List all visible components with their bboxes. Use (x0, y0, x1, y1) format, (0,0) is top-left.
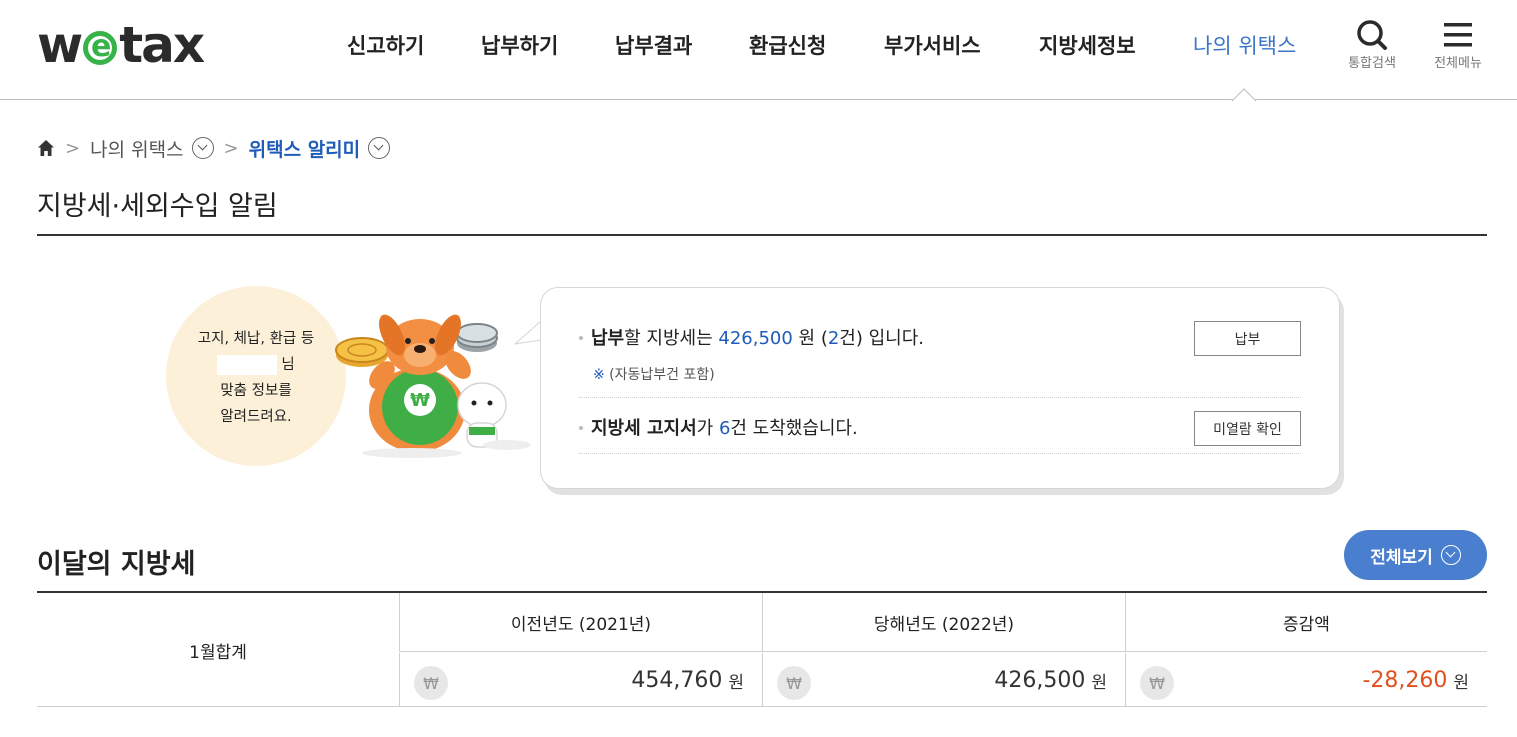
greeting-line: 알려드려요. (220, 409, 292, 425)
note-mark: ※ (593, 367, 605, 383)
payable-label: 납부 (591, 328, 625, 349)
active-nav-caret (1231, 84, 1257, 101)
bill-arrival-text: 지방세 고지서가 6건 도착했습니다. (591, 414, 858, 440)
difference-amount: -28,260 (1362, 667, 1448, 693)
card-tail (513, 319, 542, 345)
page-title: 지방세·세외수입 알림 (37, 191, 278, 222)
current-year-amount: 426,500 (994, 667, 1086, 693)
chevron-down-icon[interactable] (368, 137, 391, 159)
won-icon: ₩ (414, 666, 448, 700)
column-header: 증감액 (1125, 593, 1487, 652)
search-icon (1337, 18, 1407, 52)
current-year-cell: ₩ 426,500 원 (762, 653, 1125, 707)
greeting-line: 고지, 체납, 환급 등 (197, 331, 315, 347)
chevron-down-icon (1440, 545, 1461, 565)
search-label: 통합검색 (1348, 56, 1396, 71)
unread-check-button[interactable]: 미열람 확인 (1194, 411, 1301, 446)
menu-tool[interactable]: 전체메뉴 (1423, 18, 1493, 71)
won-icon: ₩ (1140, 666, 1174, 700)
hamburger-icon (1423, 18, 1493, 52)
payable-text: 할 지방세는 (624, 328, 719, 349)
nav-item-my-wetax[interactable]: 나의 위택스 (1193, 30, 1296, 60)
site-header: w e tax 신고하기 납부하기 납부결과 환급신청 부가서비스 지방세정보 나의… (0, 0, 1517, 100)
unit-label: 원 (1091, 672, 1107, 693)
bullet-dot (579, 336, 583, 340)
breadcrumb-current[interactable]: 위택스 알리미 (249, 135, 361, 162)
dotted-divider (579, 453, 1301, 454)
column-header: 당해년도 (2022년) (762, 593, 1125, 652)
bill-text: 가 (696, 418, 719, 439)
pay-button[interactable]: 납부 (1194, 321, 1301, 356)
previous-year-cell: ₩ 454,760 원 (399, 653, 762, 707)
payable-amount: 426,500 (718, 328, 793, 349)
greeting-suffix: 님 (281, 357, 295, 373)
nav-item-local-tax-info[interactable]: 지방세정보 (1039, 30, 1136, 60)
view-all-button[interactable]: 전체보기 (1344, 530, 1487, 580)
greeting-bubble: 고지, 체납, 환급 등 님 맞춤 정보를 알려드려요. (166, 286, 346, 466)
breadcrumb-my-wetax[interactable]: 나의 위택스 (90, 135, 183, 162)
unit-label: 원 (728, 672, 744, 693)
previous-year-amount: 454,760 (631, 667, 723, 693)
mascot-illustration: ₩ (335, 314, 531, 458)
payable-text: 건) 입니다. (839, 328, 925, 349)
greeting-line: 맞춤 정보를 (220, 383, 292, 399)
view-all-label: 전체보기 (1370, 547, 1433, 568)
bill-count: 6 (718, 418, 731, 439)
logo-e-mark: e (83, 31, 118, 65)
breadcrumb: > 나의 위택스 > 위택스 알리미 (37, 134, 391, 162)
menu-label: 전체메뉴 (1434, 56, 1482, 71)
masked-username (217, 355, 278, 375)
chevron-right-icon: > (223, 137, 239, 159)
home-icon[interactable] (37, 139, 55, 157)
logo-text-tax: tax (119, 16, 205, 74)
nav-item-refund[interactable]: 환급신청 (749, 30, 826, 60)
nav-item-pay-result[interactable]: 납부결과 (615, 30, 692, 60)
bill-text: 건 도착했습니다. (730, 418, 858, 439)
note-text: (자동납부건 포함) (604, 367, 715, 383)
nav-item-extra-services[interactable]: 부가서비스 (884, 30, 981, 60)
row-label: 1월합계 (189, 642, 247, 663)
payable-count: 2 (827, 328, 840, 349)
payable-tax-text: 납부할 지방세는 426,500 원 (2건) 입니다. (591, 324, 924, 350)
chevron-right-icon: > (65, 137, 81, 159)
won-icon: ₩ (777, 666, 811, 700)
nav-item-pay[interactable]: 납부하기 (481, 30, 558, 60)
nav-item-report[interactable]: 신고하기 (347, 30, 424, 60)
logo-text-w: w (37, 16, 83, 74)
greeting-username-line: 님 (166, 352, 346, 378)
notice-card: 납부할 지방세는 426,500 원 (2건) 입니다. ※ (자동납부건 포함… (540, 287, 1340, 489)
svg-text:₩: ₩ (410, 390, 430, 411)
wetax-logo[interactable]: w e tax (37, 16, 205, 74)
dotted-divider (579, 397, 1301, 398)
search-tool[interactable]: 통합검색 (1337, 18, 1407, 71)
monthly-tax-table: 1월합계 이전년도 (2021년) 당해년도 (2022년) 증감액 ₩ 454… (37, 591, 1487, 707)
autopay-note: ※ (자동납부건 포함) (593, 364, 715, 384)
bill-label: 지방세 고지서 (591, 418, 697, 439)
section-title: 이달의 지방세 (37, 549, 196, 580)
chevron-down-icon[interactable] (191, 137, 214, 159)
unit-label: 원 (1453, 672, 1469, 693)
title-divider (37, 234, 1487, 236)
difference-cell: ₩ -28,260 원 (1125, 653, 1487, 707)
column-header: 이전년도 (2021년) (399, 593, 762, 652)
payable-text: 원 ( (792, 328, 828, 349)
bullet-dot (579, 426, 583, 430)
